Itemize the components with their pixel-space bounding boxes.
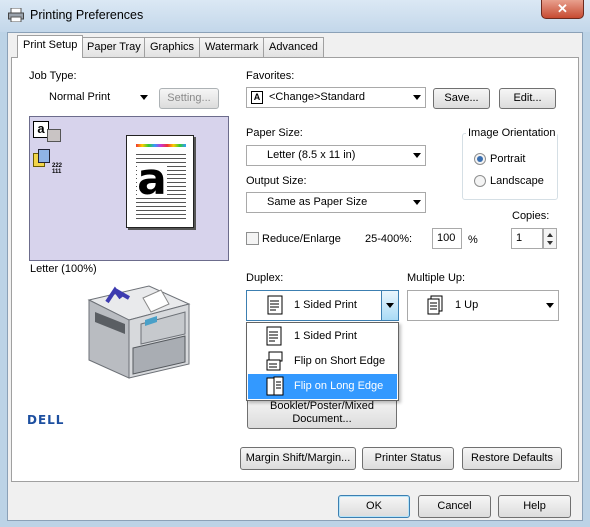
chevron-down-icon	[386, 303, 394, 308]
printer-illustration	[87, 285, 191, 379]
printer-app-icon	[8, 8, 24, 22]
favorites-value: <Change>Standard	[269, 91, 366, 103]
close-window-button[interactable]: ✕	[541, 0, 584, 19]
reduce-enlarge-label: Reduce/Enlarge	[262, 233, 341, 245]
cancel-button[interactable]: Cancel	[418, 495, 491, 518]
duplex-label: Duplex:	[246, 272, 284, 284]
margin-shift-button[interactable]: Margin Shift/Margin...	[240, 447, 356, 470]
help-button[interactable]: Help	[498, 495, 571, 518]
edit-favorite-button[interactable]: Edit...	[499, 88, 556, 109]
copies-input[interactable]: 1	[511, 228, 543, 249]
save-favorite-button[interactable]: Save...	[433, 88, 490, 109]
landscape-label: Landscape	[490, 175, 544, 187]
duplex-options-list: 1 Sided Print Flip on Short Edge Flip on…	[246, 322, 399, 401]
pages-per-sheet-icon	[427, 295, 443, 315]
multiple-up-select[interactable]: 1 Up	[407, 290, 559, 321]
booklet-button-line2: Document...	[292, 413, 352, 425]
paper-size-label: Paper Size:	[246, 127, 303, 139]
tab-paper-tray[interactable]: Paper Tray	[81, 37, 147, 57]
duplex-option-label: Flip on Long Edge	[294, 380, 384, 392]
output-size-select[interactable]: Same as Paper Size	[246, 192, 426, 213]
booklet-button-line1: Booklet/Poster/Mixed	[270, 400, 374, 412]
flip-short-edge-icon	[266, 351, 283, 371]
paper-size-value: Letter (8.5 x 11 in)	[267, 149, 356, 161]
portrait-radio[interactable]	[474, 153, 486, 165]
job-type-label: Job Type:	[29, 70, 77, 82]
scale-percent-input[interactable]: 100	[432, 228, 462, 249]
flip-long-edge-icon	[266, 376, 284, 396]
portrait-label: Portrait	[490, 153, 526, 165]
chevron-down-icon	[413, 95, 421, 100]
collate-count-label: 222 111	[52, 163, 63, 175]
duplex-option-label: 1 Sided Print	[294, 330, 357, 342]
close-icon: ✕	[557, 1, 568, 16]
one-sided-page-icon	[266, 326, 282, 346]
orientation-group	[462, 133, 558, 200]
job-type-select[interactable]: Normal Print	[29, 87, 153, 108]
tab-graphics[interactable]: Graphics	[144, 37, 201, 57]
chevron-down-icon	[140, 95, 148, 100]
restore-defaults-button[interactable]: Restore Defaults	[462, 447, 562, 470]
duplex-value: 1 Sided Print	[294, 299, 357, 311]
preview-letter: a	[137, 154, 167, 205]
dell-logo: DELL	[27, 413, 65, 427]
rotate-icon	[47, 129, 61, 142]
job-type-value: Normal Print	[49, 91, 111, 103]
printer-status-button[interactable]: Printer Status	[362, 447, 454, 470]
output-size-value: Same as Paper Size	[267, 196, 368, 208]
color-bar	[136, 144, 186, 147]
tab-watermark[interactable]: Watermark	[199, 37, 265, 57]
copies-stepper[interactable]	[543, 228, 557, 249]
favorites-label: Favorites:	[246, 70, 295, 82]
job-setting-button[interactable]: Setting...	[159, 88, 219, 109]
landscape-radio[interactable]	[474, 175, 486, 187]
chevron-down-icon	[546, 303, 554, 308]
favorite-text-icon: A	[251, 91, 263, 104]
multiple-up-label: Multiple Up:	[407, 272, 466, 284]
percent-unit: %	[468, 234, 478, 246]
orientation-label: Image Orientation	[466, 127, 558, 139]
duplex-option-label: Flip on Short Edge	[294, 355, 386, 367]
page-preview: a	[126, 135, 194, 228]
duplex-dropdown-button[interactable]	[381, 291, 398, 320]
chevron-down-icon	[413, 153, 421, 158]
ok-button[interactable]: OK	[338, 495, 410, 518]
preview-caption: Letter (100%)	[30, 263, 97, 275]
tab-advanced[interactable]: Advanced	[263, 37, 324, 57]
tab-print-setup[interactable]: Print Setup	[17, 35, 84, 58]
layout-preview: a 222 111 a	[29, 116, 229, 261]
duplex-option-1-sided[interactable]: 1 Sided Print	[248, 324, 397, 349]
output-size-label: Output Size:	[246, 175, 307, 187]
multiple-up-value: 1 Up	[455, 299, 479, 311]
duplex-option-short-edge[interactable]: Flip on Short Edge	[248, 349, 397, 374]
copies-label: Copies:	[512, 210, 550, 222]
duplex-option-long-edge[interactable]: Flip on Long Edge	[248, 374, 397, 399]
duplex-select[interactable]: 1 Sided Print	[246, 290, 399, 321]
paper-size-select[interactable]: Letter (8.5 x 11 in)	[246, 145, 426, 166]
one-sided-page-icon	[267, 295, 283, 315]
reduce-enlarge-checkbox[interactable]	[246, 232, 259, 245]
scale-range-label: 25-400%:	[365, 233, 413, 245]
favorites-select[interactable]: A <Change>Standard	[246, 87, 426, 108]
window-title: Printing Preferences	[30, 8, 144, 22]
chevron-down-icon	[413, 200, 421, 205]
